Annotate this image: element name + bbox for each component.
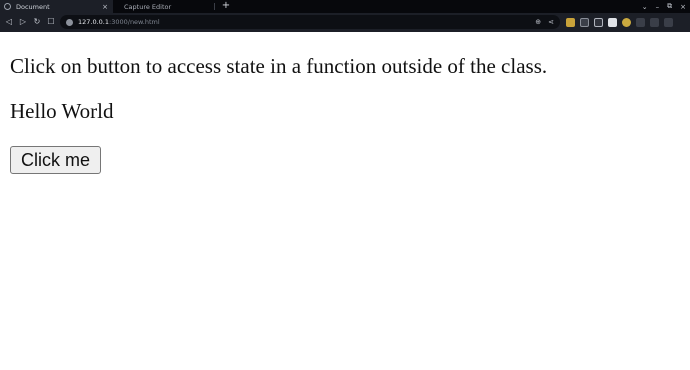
shield-white-extension-icon[interactable] xyxy=(608,17,617,27)
restore-icon[interactable]: ⧉ xyxy=(667,2,672,11)
intro-text: Click on button to access state in a fun… xyxy=(10,54,548,78)
tab-search-icon[interactable]: ⌄ xyxy=(642,3,648,11)
tab-document[interactable]: Document × xyxy=(0,0,113,13)
tab-capture-editor[interactable]: Capture Editor xyxy=(114,0,214,13)
minimize-icon[interactable]: – xyxy=(656,3,660,11)
address-bar[interactable]: 127.0.0.1:3000/new.html ⊕ ⋖ xyxy=(60,15,560,29)
page-content: Click on button to access state in a fun… xyxy=(0,32,690,370)
click-me-button[interactable]: Click me xyxy=(10,146,101,174)
back-icon[interactable]: ◁ xyxy=(3,15,15,29)
puzzle-extensions-icon[interactable] xyxy=(650,17,659,27)
browser-chrome: Document × Capture Editor + ⌄ – ⧉ × ◁ ▷ … xyxy=(0,0,690,32)
zoom-icon[interactable]: ⊕ xyxy=(535,18,541,26)
tab-title: Capture Editor xyxy=(124,2,172,11)
sidebar-icon[interactable] xyxy=(664,17,673,27)
url-path: :3000/new.html xyxy=(109,18,160,26)
globe-icon xyxy=(4,3,11,10)
tab-title: Document xyxy=(16,2,50,11)
bookmark-icon[interactable]: ☐ xyxy=(45,15,57,29)
forward-icon[interactable]: ▷ xyxy=(17,15,29,29)
badge-extension-icon[interactable] xyxy=(622,17,631,27)
message-text: Hello World xyxy=(10,99,114,123)
monitor-extension-icon[interactable] xyxy=(594,17,603,27)
extensions-bar xyxy=(566,15,673,29)
window-controls: ⌄ – ⧉ × xyxy=(642,0,686,13)
window-extension-icon[interactable] xyxy=(636,17,645,27)
omnibox-actions: ⊕ ⋖ xyxy=(535,15,554,29)
browser-toolbar: ◁ ▷ ↻ ☐ 127.0.0.1:3000/new.html ⊕ ⋖ xyxy=(0,13,690,32)
tab-divider xyxy=(214,3,215,10)
url-host: 127.0.0.1 xyxy=(78,18,110,26)
tab-close-icon[interactable]: × xyxy=(100,3,110,11)
new-tab-button[interactable]: + xyxy=(221,0,231,13)
shield-extension-icon[interactable] xyxy=(566,17,575,27)
url-text: 127.0.0.1:3000/new.html xyxy=(78,18,160,26)
extension-icon[interactable] xyxy=(580,17,589,27)
site-info-icon[interactable] xyxy=(66,18,73,26)
reload-icon[interactable]: ↻ xyxy=(31,15,43,29)
tab-strip: Document × Capture Editor + ⌄ – ⧉ × xyxy=(0,0,690,13)
share-icon[interactable]: ⋖ xyxy=(548,18,554,26)
close-window-icon[interactable]: × xyxy=(680,3,686,11)
